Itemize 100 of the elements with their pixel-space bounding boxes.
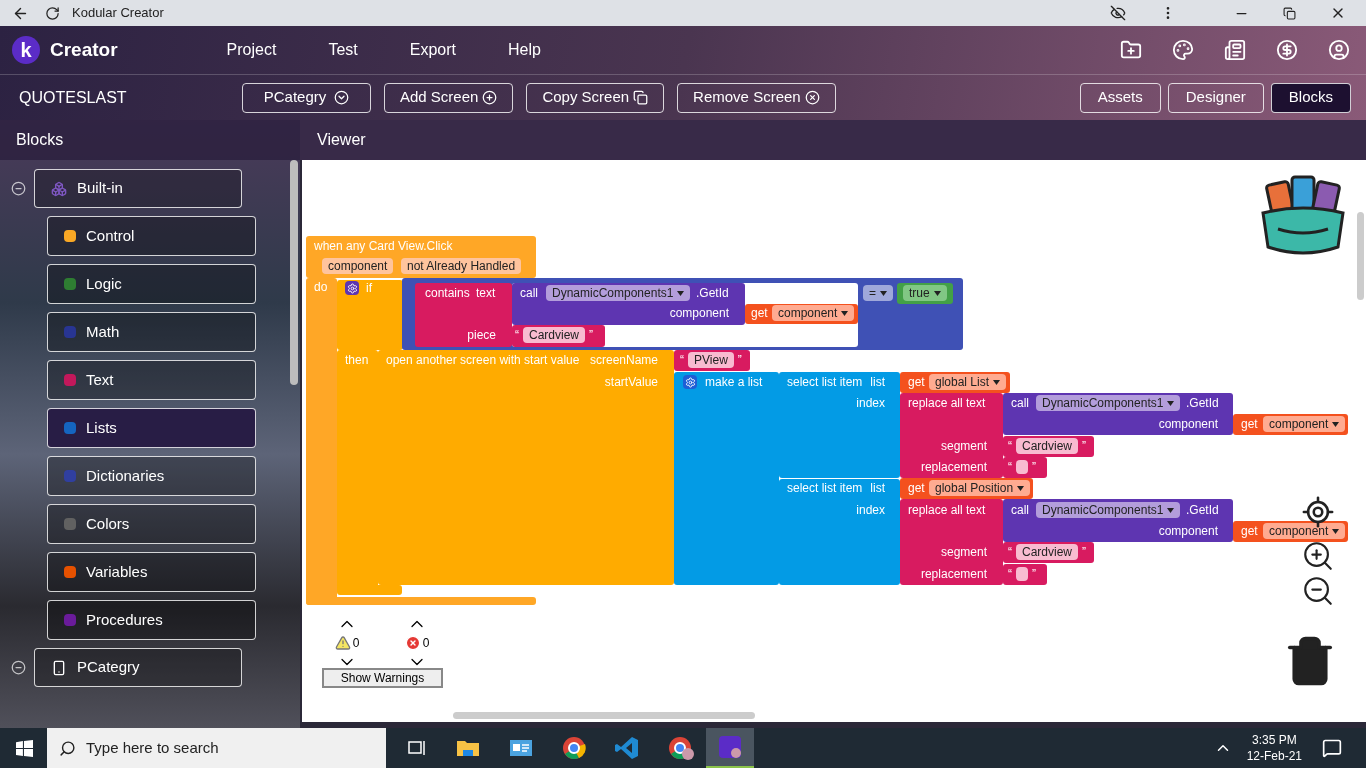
- zoom-out-icon[interactable]: [1301, 574, 1335, 608]
- text-string[interactable]: “ Cardview ”: [515, 327, 593, 343]
- contains-block[interactable]: [415, 283, 512, 347]
- menu-item[interactable]: Test: [328, 38, 358, 62]
- menu-item[interactable]: Export: [409, 38, 456, 62]
- category-button[interactable]: PCategry: [34, 648, 242, 687]
- menu-item[interactable]: Project: [226, 38, 277, 62]
- block-dropdown[interactable]: component: [772, 305, 855, 321]
- active-app-tile[interactable]: [706, 728, 754, 768]
- block-label: replace all text: [908, 395, 986, 411]
- block-dropdown[interactable]: global List: [929, 374, 1007, 390]
- replace-all-block[interactable]: [900, 499, 1003, 585]
- screen-action-button[interactable]: Remove Screen: [677, 82, 836, 113]
- mutator-gear-icon[interactable]: [345, 281, 359, 295]
- string-field[interactable]: Cardview: [1016, 544, 1078, 560]
- taskbar-search-field[interactable]: Type here to search: [47, 728, 386, 768]
- collapse-icon[interactable]: [11, 181, 26, 196]
- block-category-item[interactable]: Lists: [47, 408, 256, 448]
- string-field[interactable]: PView: [688, 352, 734, 368]
- logo[interactable]: k: [12, 36, 40, 64]
- backpack-icon[interactable]: [1258, 173, 1348, 257]
- screen-action-button[interactable]: Add Screen: [384, 82, 514, 113]
- clock-time[interactable]: 3:35 PM: [1251, 732, 1297, 748]
- code-editor-icon[interactable]: [615, 736, 639, 760]
- string-field[interactable]: Cardview: [1016, 438, 1078, 454]
- block-category-item[interactable]: Procedures: [47, 600, 256, 640]
- text-string[interactable]: “ Cardview ”: [1008, 544, 1086, 560]
- empty-string-field[interactable]: [1016, 460, 1028, 474]
- text-string[interactable]: “ ”: [1008, 459, 1036, 475]
- clock-date[interactable]: 12-Feb-21: [1246, 748, 1302, 764]
- block-dropdown[interactable]: global Position: [929, 480, 1031, 496]
- scrollbar-thumb[interactable]: [290, 160, 298, 385]
- screen-dropdown[interactable]: PCategry: [242, 82, 371, 113]
- account-icon[interactable]: [1328, 39, 1350, 61]
- empty-string-field[interactable]: [1016, 567, 1028, 581]
- show-warnings-button[interactable]: Show Warnings: [322, 668, 443, 688]
- string-field[interactable]: Cardview: [523, 327, 585, 343]
- app-logo-icon: [718, 735, 742, 759]
- block-label: segment: [940, 544, 987, 560]
- text-string[interactable]: “ PView ”: [680, 352, 742, 368]
- block-label: component: [1158, 416, 1218, 432]
- mutator-gear-icon[interactable]: [683, 375, 697, 389]
- restore-icon[interactable]: [1283, 6, 1296, 20]
- block-dropdown[interactable]: component: [1263, 416, 1346, 432]
- app-window-icon[interactable]: [509, 738, 533, 758]
- if-block[interactable]: [337, 280, 403, 350]
- block-dropdown[interactable]: component: [1263, 523, 1346, 539]
- folder-icon[interactable]: [456, 738, 480, 758]
- remove-icon: [804, 90, 820, 105]
- block-label: select list item: [787, 374, 863, 390]
- block-dropdown[interactable]: DynamicComponents1: [546, 285, 691, 301]
- replace-all-block[interactable]: [900, 393, 1003, 478]
- view-tab[interactable]: Assets: [1079, 82, 1161, 113]
- block-dropdown[interactable]: =: [863, 285, 893, 301]
- block-category-item[interactable]: Math: [47, 312, 256, 352]
- block-dropdown[interactable]: DynamicComponents1: [1036, 395, 1181, 411]
- block-label: list: [870, 480, 885, 496]
- dropdown-caret-icon: [1332, 421, 1340, 427]
- view-tab[interactable]: Blocks: [1270, 82, 1351, 113]
- copy-icon: [633, 90, 649, 105]
- warning-icon: [334, 635, 351, 651]
- brand-name: Creator: [50, 37, 118, 62]
- event-parameter[interactable]: not Already Handled: [401, 258, 522, 274]
- dollar-icon[interactable]: [1276, 39, 1298, 61]
- block-category-item[interactable]: Variables: [47, 552, 256, 592]
- blocks-icon: [51, 180, 67, 197]
- collapse-icon[interactable]: [11, 660, 26, 675]
- task-view-icon[interactable]: [407, 739, 427, 757]
- category-button[interactable]: Built-in: [34, 169, 242, 208]
- screen-action-button[interactable]: Copy Screen: [526, 82, 665, 113]
- block-category-item[interactable]: Colors: [47, 504, 256, 544]
- block-category-item[interactable]: Text: [47, 360, 256, 400]
- windows-logo-icon[interactable]: [16, 739, 33, 757]
- text-string[interactable]: “ ”: [1008, 566, 1036, 582]
- zoom-in-icon[interactable]: [1301, 539, 1335, 573]
- browser-icon[interactable]: [668, 736, 694, 760]
- horizontal-scrollbar[interactable]: [453, 712, 755, 719]
- quote-mark: “: [1008, 459, 1012, 475]
- document-icon[interactable]: [1224, 39, 1246, 61]
- view-tab[interactable]: Designer: [1167, 82, 1264, 113]
- block-category-item[interactable]: Dictionaries: [47, 456, 256, 496]
- block-label: when any Card View.Click: [314, 238, 453, 254]
- block-dropdown[interactable]: DynamicComponents1: [1036, 502, 1181, 518]
- browser-icon[interactable]: [562, 736, 586, 760]
- block-label: index: [856, 502, 885, 518]
- menu-item[interactable]: Help: [507, 38, 541, 62]
- text-string[interactable]: “ Cardview ”: [1008, 438, 1086, 454]
- reload-icon[interactable]: [45, 5, 60, 21]
- block-label: make a list: [705, 374, 763, 390]
- vertical-scrollbar[interactable]: [1357, 212, 1364, 300]
- event-parameter[interactable]: component: [322, 258, 394, 274]
- block-category-item[interactable]: Logic: [47, 264, 256, 304]
- category-icon: [64, 470, 76, 482]
- notification-icon[interactable]: [1322, 738, 1342, 758]
- block-category-item[interactable]: Control: [47, 216, 256, 256]
- block-dropdown[interactable]: true: [903, 285, 947, 301]
- eye-off-icon[interactable]: [1110, 5, 1126, 21]
- folder-icon[interactable]: [1120, 39, 1142, 61]
- dropdown-caret-icon: [1332, 528, 1340, 534]
- palette-icon[interactable]: [1172, 39, 1194, 61]
